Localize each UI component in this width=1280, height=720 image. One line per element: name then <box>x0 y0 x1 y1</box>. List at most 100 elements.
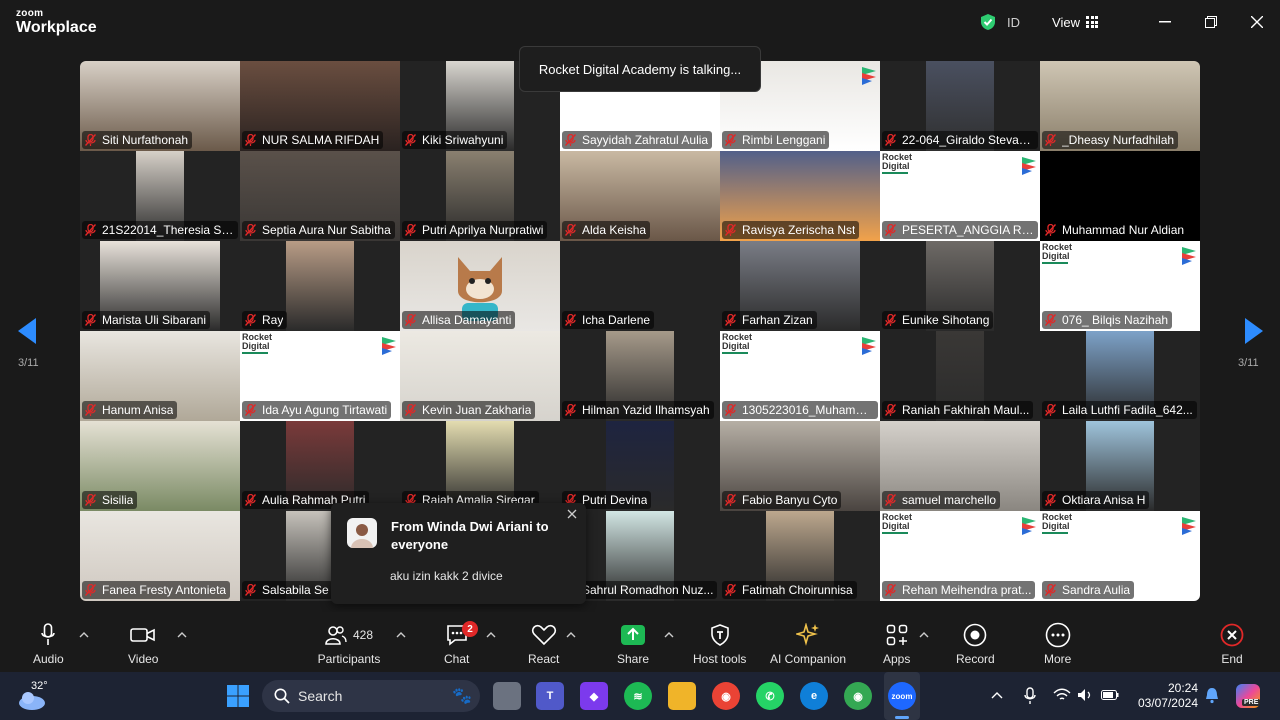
participant-name-label: Icha Darlene <box>562 311 655 329</box>
muted-mic-icon <box>725 224 736 236</box>
rocket-digital-logo: RocketDigital <box>722 333 752 354</box>
next-page-arrow-icon[interactable] <box>1243 318 1263 344</box>
audio-button[interactable]: Audio <box>33 622 64 668</box>
participant-tile[interactable]: Rocket Digital Ida Ayu Agung Tirtawati <box>240 331 400 421</box>
participant-name-label: samuel marchello <box>882 491 1001 509</box>
participant-tile[interactable]: Aulia Rahmah Putri <box>240 421 400 511</box>
view-grid-icon[interactable] <box>1086 16 1098 28</box>
show-hidden-icons-chevron-icon[interactable] <box>991 691 1003 699</box>
participant-tile[interactable]: Putri Aprilya Nurpratiwi <box>400 151 560 241</box>
spotify-app[interactable]: ≋ <box>624 682 652 710</box>
participant-tile[interactable]: Oktiara Anisa H <box>1040 421 1200 511</box>
rocket-digital-logo: RocketDigital <box>1042 513 1072 534</box>
participant-tile[interactable]: Rocket Digital Sandra Aulia <box>1040 511 1200 601</box>
chat-notification-popup[interactable]: From Winda Dwi Ariani to everyone aku iz… <box>331 503 586 604</box>
heart-icon <box>531 624 556 646</box>
end-meeting-button[interactable]: End <box>1220 622 1244 668</box>
participant-tile[interactable]: Icha Darlene <box>560 241 720 331</box>
chat-options-chevron-icon[interactable] <box>486 632 496 638</box>
volume-icon[interactable] <box>1077 688 1093 702</box>
participant-tile[interactable]: 21S22014_Theresia Sin... <box>80 151 240 241</box>
participant-tile[interactable]: Kevin Juan Zakharia <box>400 331 560 421</box>
participant-name: Sandra Aulia <box>1062 583 1131 597</box>
participant-tile[interactable]: Eunike Sihotang <box>880 241 1040 331</box>
react-button[interactable]: React <box>528 622 559 668</box>
start-button[interactable] <box>224 682 252 710</box>
audio-options-chevron-icon[interactable] <box>79 632 89 638</box>
participant-tile[interactable]: Marista Uli Sibarani <box>80 241 240 331</box>
participant-tile[interactable]: Ravisya Zerischa Nst <box>720 151 880 241</box>
participant-name: Eunike Sihotang <box>902 313 990 327</box>
participant-name-label: Allisa Damayanti <box>402 311 516 329</box>
participant-tile[interactable]: NUR SALMA RIFDAH <box>240 61 400 151</box>
participant-tile[interactable]: Fabio Banyu Cyto <box>720 421 880 511</box>
muted-mic-icon <box>565 134 576 146</box>
participant-name-label: Muhammad Nur Aldian <box>1042 221 1189 239</box>
restore-button[interactable] <box>1188 0 1234 44</box>
previous-page-arrow-icon[interactable] <box>18 318 38 344</box>
taskbar-clock[interactable]: 20:24 03/07/2024 <box>1138 681 1198 711</box>
close-window-button[interactable] <box>1234 0 1280 44</box>
encryption-shield-icon[interactable] <box>979 13 997 31</box>
wifi-icon[interactable] <box>1053 688 1071 702</box>
notification-bell-icon[interactable] <box>1205 687 1219 704</box>
copilot-preview-icon[interactable]: PRE <box>1236 684 1261 708</box>
participant-tile[interactable]: Putri Devina <box>560 421 720 511</box>
taskbar-search-box[interactable]: Search 🐾 <box>262 680 480 712</box>
view-button[interactable]: View <box>1052 15 1080 30</box>
participant-tile[interactable]: Ray <box>240 241 400 331</box>
teams-app[interactable]: T <box>536 682 564 710</box>
edge-app[interactable]: e <box>800 682 828 710</box>
participant-tile[interactable]: _Dheasy Nurfadhilah <box>1040 61 1200 151</box>
host-tools-button[interactable]: Host tools <box>693 622 746 668</box>
participant-tile[interactable]: Hanum Anisa <box>80 331 240 421</box>
participant-tile[interactable]: Laila Luthfi Fadila_642... <box>1040 331 1200 421</box>
participant-tile[interactable]: samuel marchello <box>880 421 1040 511</box>
participant-name: _Dheasy Nurfadhilah <box>1062 133 1175 147</box>
react-options-chevron-icon[interactable] <box>566 632 576 638</box>
participant-tile[interactable]: Hilman Yazid Ilhamsyah <box>560 331 720 421</box>
share-button[interactable]: Share <box>617 622 649 668</box>
apps-button[interactable]: Apps <box>883 622 910 668</box>
muted-mic-icon <box>885 314 896 326</box>
participant-tile[interactable]: Rocket Digital PESERTA_ANGGIA REV... <box>880 151 1040 241</box>
participant-tile[interactable]: Fanea Fresty Antonieta <box>80 511 240 601</box>
apps-options-chevron-icon[interactable] <box>919 632 929 638</box>
minimize-button[interactable] <box>1142 0 1188 44</box>
chrome-profile-app[interactable]: ◉ <box>844 682 872 710</box>
participant-tile[interactable]: Rocket Digital 1305223016_Muhamm... <box>720 331 880 421</box>
participants-options-chevron-icon[interactable] <box>396 632 406 638</box>
participant-tile[interactable]: Rocket Digital Rehan Meihendra prat... <box>880 511 1040 601</box>
participant-tile[interactable]: 22-064_Giraldo Stevan... <box>880 61 1040 151</box>
rocket-flags-icon <box>862 67 876 85</box>
battery-icon[interactable] <box>1101 690 1119 700</box>
record-button[interactable]: Record <box>956 622 995 668</box>
weather-widget[interactable]: 32° <box>16 680 48 711</box>
tray-microphone-icon[interactable] <box>1024 687 1036 705</box>
meeting-id-button[interactable]: ID <box>1007 15 1020 30</box>
chrome-app[interactable]: ◉ <box>712 682 740 710</box>
participant-tile[interactable]: Allisa Damayanti <box>400 241 560 331</box>
participant-tile[interactable]: Raiah Amalia Siregar <box>400 421 560 511</box>
more-button[interactable]: More <box>1044 622 1071 668</box>
participant-tile[interactable]: Rocket Digital 076_ Bilqis Nazihah <box>1040 241 1200 331</box>
copilot-app[interactable]: ◆ <box>580 682 608 710</box>
video-options-chevron-icon[interactable] <box>177 632 187 638</box>
participant-tile[interactable]: Farhan Zizan <box>720 241 880 331</box>
video-button[interactable]: Video <box>128 622 158 668</box>
whatsapp-app[interactable]: ✆ <box>756 682 784 710</box>
share-options-chevron-icon[interactable] <box>664 632 674 638</box>
participant-tile[interactable]: Sisilia <box>80 421 240 511</box>
task-view-button[interactable] <box>493 682 521 710</box>
participant-tile[interactable]: Fatimah Choirunnisa <box>720 511 880 601</box>
participants-button[interactable]: 428 Participants <box>315 622 383 668</box>
participant-tile[interactable]: Alda Keisha <box>560 151 720 241</box>
participant-tile[interactable]: Siti Nurfathonah <box>80 61 240 151</box>
muted-mic-icon <box>85 134 96 146</box>
file-explorer-app[interactable] <box>668 682 696 710</box>
participant-tile[interactable]: Septia Aura Nur Sabitha <box>240 151 400 241</box>
ai-companion-button[interactable]: AI Companion <box>770 622 846 668</box>
participant-tile[interactable]: Raniah Fakhirah Maul... <box>880 331 1040 421</box>
close-popup-icon[interactable] <box>566 508 578 520</box>
participant-tile[interactable]: Muhammad Nur Aldian <box>1040 151 1200 241</box>
